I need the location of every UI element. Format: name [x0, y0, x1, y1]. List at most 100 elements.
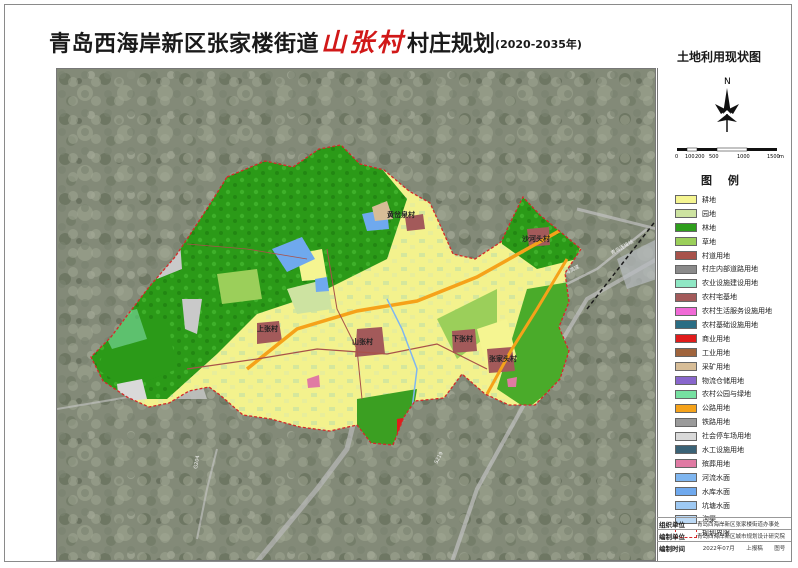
legend-label: 农村基础设施用地: [702, 320, 758, 329]
info-row-compiler: 编制单位 青岛西海岸新区城市规划设计研究院: [657, 529, 791, 541]
legend-items: 耕地园地林地草地村道用地村庄内部道路用地农业设施建设用地农村宅基地农村生活服务设…: [675, 193, 783, 540]
legend-item: 河流水面: [675, 471, 783, 485]
legend-item: 水工设施用地: [675, 443, 783, 457]
scale-tick-0: 0: [675, 154, 678, 160]
village-label-2: 沙河头村: [522, 234, 550, 243]
legend-swatch: [675, 334, 697, 344]
legend-label: 园地: [702, 209, 716, 218]
legend-swatch: [675, 306, 697, 316]
legend-swatch: [675, 473, 697, 483]
legend-swatch: [675, 320, 697, 330]
legend-label: 农村宅基地: [702, 293, 737, 302]
legend-item: 采矿用地: [675, 360, 783, 374]
village-label-1: 黄岔泉村: [387, 210, 415, 219]
legend-item: 草地: [675, 235, 783, 249]
legend-item: 殡葬用地: [675, 457, 783, 471]
legend-swatch: [675, 292, 697, 302]
legend-label: 水库水面: [702, 487, 730, 496]
legend-item: 铁路用地: [675, 415, 783, 429]
legend-item: 公路用地: [675, 401, 783, 415]
legend-label: 商业用地: [702, 334, 730, 343]
legend-item: 商业用地: [675, 332, 783, 346]
legend: 图 例 耕地园地林地草地村道用地村庄内部道路用地农业设施建设用地农村宅基地农村生…: [675, 172, 783, 540]
legend-item: 社会停车场用地: [675, 429, 783, 443]
legend-label: 采矿用地: [702, 362, 730, 371]
legend-label: 林地: [702, 223, 716, 232]
map-canvas[interactable]: 沈海高速 青岛连接线 S219 G204 黄岔泉村 沙河头村 山张村 上张村 下…: [56, 68, 656, 561]
village-label-4: 上张村: [257, 324, 278, 333]
legend-swatch: [675, 209, 697, 219]
legend-swatch: [675, 459, 697, 469]
legend-item: 工业用地: [675, 346, 783, 360]
info-row-time: 编制时间 2022年07月 上报稿 图号: [657, 541, 791, 553]
legend-swatch: [675, 403, 697, 413]
time-value: 2022年07月: [702, 545, 735, 552]
legend-swatch: [675, 487, 697, 497]
legend-swatch: [675, 278, 697, 288]
compiler-value: 青岛西海岸新区城市规划设计研究院: [697, 533, 786, 540]
map-title: 青岛西海岸新区张家楼街道山张村村庄规划(2020-2035年): [49, 23, 582, 59]
legend-swatch: [675, 223, 697, 233]
legend-label: 物流仓储用地: [702, 376, 744, 385]
legend-swatch: [675, 501, 697, 511]
legend-item: 物流仓储用地: [675, 374, 783, 388]
village-label-3: 山张村: [352, 337, 373, 346]
village-label-5: 下张村: [452, 334, 473, 343]
legend-swatch: [675, 431, 697, 441]
compiler-key: 编制单位: [659, 532, 685, 541]
legend-label: 公路用地: [702, 404, 730, 413]
legend-swatch: [675, 264, 697, 274]
legend-label: 社会停车场用地: [702, 432, 751, 441]
north-arrow: N: [697, 74, 757, 154]
info-row-org: 组织单位 青岛西海岸新区张家楼街道办事处: [657, 517, 791, 529]
legend-item: 村庄内部道路用地: [675, 262, 783, 276]
title-village: 山张村: [321, 28, 406, 57]
scale-tick-5: 1500: [767, 154, 780, 160]
scale-tick-3: 500: [709, 154, 719, 160]
village-label-6: 张家头村: [489, 354, 517, 363]
scale-bar: 0 100 200 500 1000 1500 m: [675, 146, 785, 162]
info-block: 组织单位 青岛西海岸新区张家楼街道办事处 编制单位 青岛西海岸新区城市规划设计研…: [657, 517, 791, 561]
legend-label: 坑塘水面: [702, 501, 730, 510]
legend-label: 村庄内部道路用地: [702, 265, 758, 274]
scale-tick-4: 1000: [737, 154, 750, 160]
org-key: 组织单位: [659, 520, 685, 529]
legend-item: 水库水面: [675, 485, 783, 499]
scale-tick-1: 100: [685, 154, 695, 160]
legend-label: 河流水面: [702, 473, 730, 482]
time-key: 编制时间: [659, 544, 685, 553]
legend-swatch: [675, 251, 697, 260]
legend-label: 工业用地: [702, 348, 730, 357]
legend-label: 村道用地: [702, 251, 730, 260]
fig-number: 图号: [774, 545, 786, 552]
legend-swatch: [675, 376, 697, 386]
scale-tick-2: 200: [695, 154, 705, 160]
scale-unit: m: [779, 154, 784, 160]
legend-label: 草地: [702, 237, 716, 246]
legend-item: 耕地: [675, 193, 783, 207]
legend-title: 图 例: [701, 174, 745, 187]
legend-swatch: [675, 195, 697, 205]
map-subtitle: 土地利用现状图: [676, 50, 761, 64]
header: 青岛西海岸新区张家楼街道山张村村庄规划(2020-2035年) 土地利用现状图: [5, 5, 791, 67]
legend-item: 村道用地: [675, 249, 783, 263]
legend-swatch: [675, 445, 697, 455]
legend-item: 农村公园与绿地: [675, 387, 783, 401]
legend-item: 园地: [675, 207, 783, 221]
legend-label: 殡葬用地: [702, 459, 730, 468]
legend-item: 坑塘水面: [675, 499, 783, 513]
legend-swatch: [675, 348, 697, 358]
legend-label: 农村生活服务设施用地: [702, 307, 772, 316]
legend-swatch: [675, 237, 697, 247]
legend-item: 农村宅基地: [675, 290, 783, 304]
legend-item: 农村生活服务设施用地: [675, 304, 783, 318]
legend-swatch: [675, 417, 697, 427]
north-label: N: [724, 77, 731, 87]
title-years: (2020-2035年): [495, 38, 582, 51]
legend-label: 农村公园与绿地: [702, 390, 751, 399]
title-part2: 村庄规划: [407, 32, 496, 57]
stage-value: 上报稿: [746, 545, 763, 552]
legend-item: 农业设施建设用地: [675, 276, 783, 290]
legend-swatch: [675, 389, 697, 399]
legend-swatch: [675, 362, 697, 372]
